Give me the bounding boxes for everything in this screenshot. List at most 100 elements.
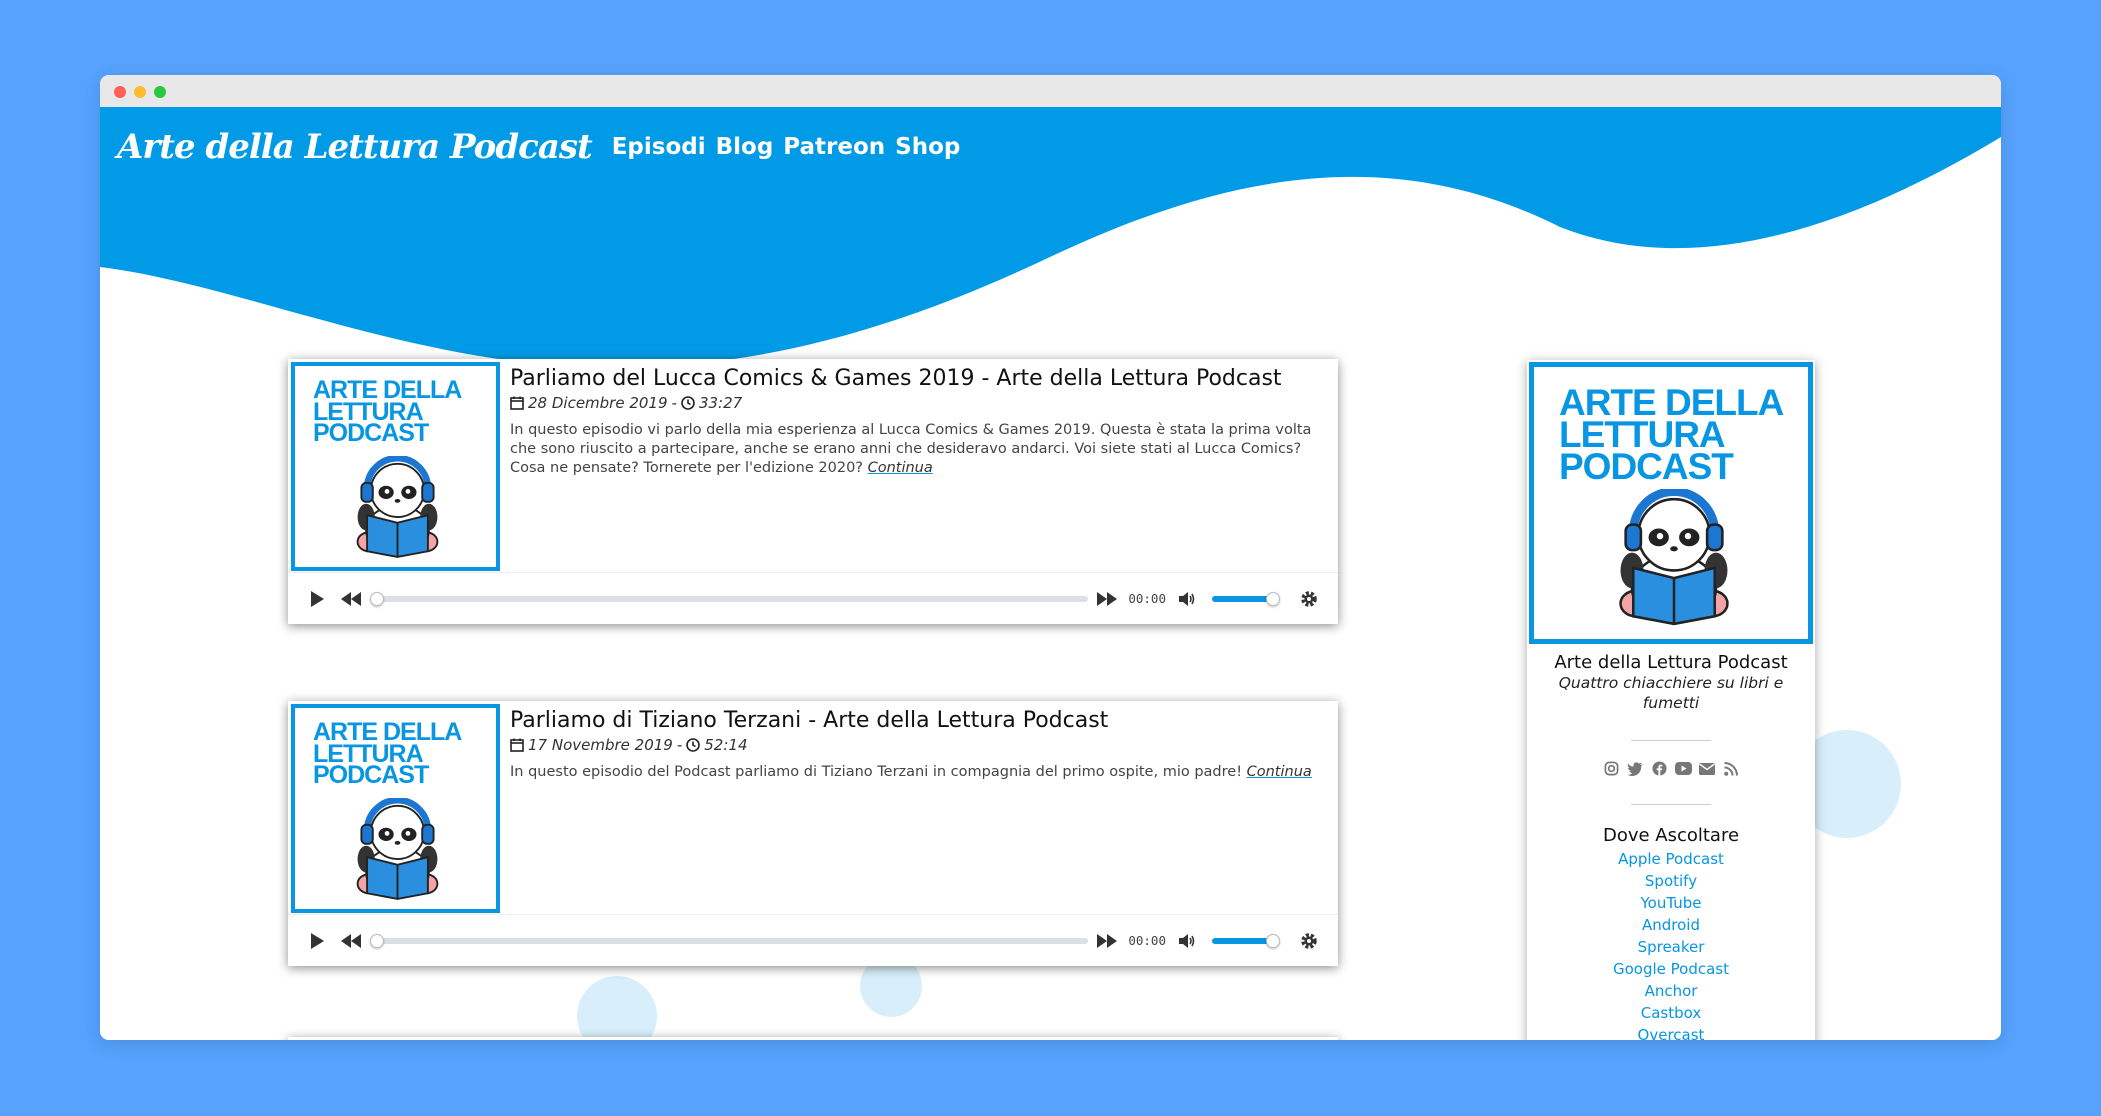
- episode-description: In questo episodio del Podcast parliamo …: [510, 764, 1312, 780]
- panda-mascot-icon: [1619, 489, 1729, 626]
- episode-body: Parliamo del Lucca Comics & Games 2019 -…: [510, 365, 1324, 478]
- fast-forward-button[interactable]: [1096, 588, 1118, 610]
- nav-links: Episodi Blog Patreon Shop: [612, 134, 961, 160]
- clock-icon: [686, 738, 701, 752]
- episode-date: 28 Dicembre 2019: [528, 394, 668, 412]
- decor-bubble: [577, 976, 657, 1040]
- continue-link[interactable]: Continua: [868, 460, 933, 476]
- meta-separator: -: [671, 394, 677, 412]
- listen-link-android[interactable]: Android: [1527, 914, 1815, 936]
- volume-icon: [1179, 933, 1195, 948]
- episode-meta: 17 Novembre 2019 - 52:14: [510, 736, 1324, 754]
- rewind-button[interactable]: [340, 930, 362, 952]
- nav-item-episodi[interactable]: Episodi: [612, 134, 706, 160]
- listen-link-apple-podcast[interactable]: Apple Podcast: [1527, 848, 1815, 870]
- panda-mascot-icon: [356, 798, 439, 900]
- listen-link-spotify[interactable]: Spotify: [1527, 870, 1815, 892]
- episode-duration: 33:27: [698, 394, 743, 412]
- fast-forward-button[interactable]: [1096, 930, 1118, 952]
- player-time: 00:00: [1128, 933, 1166, 948]
- continue-link[interactable]: Continua: [1247, 764, 1312, 780]
- podcast-cover-image: ARTE DELLA LETTURA PODCAST: [1529, 362, 1813, 644]
- audio-player: 00:00: [288, 914, 1338, 966]
- settings-button[interactable]: [1298, 588, 1320, 610]
- panda-mascot-icon: [356, 456, 439, 558]
- episode-meta: 28 Dicembre 2019 - 33:27: [510, 394, 1324, 412]
- cover-logo-text: ARTE DELLA LETTURA PODCAST: [313, 376, 462, 447]
- episode-cover-image[interactable]: ARTE DELLA LETTURA PODCAST: [291, 362, 500, 571]
- cover-logo-text: ARTE DELLA LETTURA PODCAST: [1559, 382, 1784, 487]
- episode-duration: 52:14: [704, 736, 748, 754]
- rss-icon[interactable]: [1723, 760, 1740, 777]
- progress-slider[interactable]: [370, 933, 1089, 948]
- cover-logo-text: ARTE DELLA LETTURA PODCAST: [313, 718, 462, 789]
- progress-knob[interactable]: [370, 933, 384, 948]
- settings-button[interactable]: [1298, 930, 1320, 952]
- gear-icon: [1301, 590, 1317, 607]
- top-nav: Arte della Lettura Podcast Episodi Blog …: [117, 127, 960, 167]
- nav-item-blog[interactable]: Blog: [716, 134, 774, 160]
- close-window-button[interactable]: [114, 86, 126, 98]
- episode-body: Parliamo di Tiziano Terzani - Arte della…: [510, 707, 1324, 782]
- podcast-name: Arte della Lettura Podcast: [1554, 652, 1788, 673]
- volume-icon: [1179, 591, 1195, 606]
- fast-forward-icon: [1097, 933, 1118, 948]
- rewind-button[interactable]: [340, 588, 362, 610]
- page: Arte della Lettura Podcast Episodi Blog …: [100, 107, 2001, 1040]
- sidebar: ARTE DELLA LETTURA PODCAST Arte della Le…: [1527, 360, 1815, 1040]
- rewind-icon: [341, 933, 361, 948]
- listen-section-title: Dove Ascoltare: [1602, 825, 1740, 846]
- podcast-tagline: Quattro chiacchiere su libri e fumetti: [1558, 674, 1784, 712]
- episode-title[interactable]: Parliamo del Lucca Comics & Games 2019 -…: [510, 365, 1324, 393]
- episode-card: [288, 1037, 1338, 1040]
- nav-item-shop[interactable]: Shop: [895, 134, 960, 160]
- play-icon: [311, 590, 324, 607]
- listen-link-spreaker[interactable]: Spreaker: [1527, 936, 1815, 958]
- listen-links: Apple Podcast Spotify YouTube Android Sp…: [1527, 848, 1815, 1040]
- listen-link-anchor[interactable]: Anchor: [1527, 980, 1815, 1002]
- play-icon: [311, 932, 324, 949]
- site-title-link[interactable]: Arte della Lettura Podcast: [117, 127, 593, 167]
- nav-item-patreon[interactable]: Patreon: [783, 134, 885, 160]
- twitter-icon[interactable]: [1627, 760, 1644, 777]
- play-button[interactable]: [306, 588, 328, 610]
- youtube-icon[interactable]: [1674, 760, 1692, 777]
- player-time: 00:00: [1128, 591, 1166, 606]
- play-button[interactable]: [306, 930, 328, 952]
- calendar-icon: [510, 738, 524, 752]
- episode-card: ARTE DELLA LETTURA PODCAST: [288, 701, 1338, 966]
- browser-titlebar: [100, 75, 2001, 107]
- social-links: [1527, 760, 1815, 777]
- listen-link-youtube[interactable]: YouTube: [1527, 892, 1815, 914]
- progress-knob[interactable]: [370, 591, 384, 606]
- email-icon[interactable]: [1699, 760, 1716, 777]
- episode-cover-image[interactable]: ARTE DELLA LETTURA PODCAST: [291, 704, 500, 913]
- clock-icon: [681, 396, 695, 410]
- divider: [1631, 740, 1711, 741]
- gear-icon: [1301, 932, 1317, 949]
- listen-link-castbox[interactable]: Castbox: [1527, 1002, 1815, 1024]
- volume-slider[interactable]: [1212, 933, 1280, 948]
- maximize-window-button[interactable]: [154, 86, 166, 98]
- browser-window: Arte della Lettura Podcast Episodi Blog …: [100, 75, 2001, 1040]
- facebook-icon[interactable]: [1651, 760, 1668, 777]
- audio-player: 00:00: [288, 572, 1338, 624]
- episode-date: 17 Novembre 2019: [528, 736, 673, 754]
- instagram-icon[interactable]: [1603, 760, 1620, 777]
- episode-title[interactable]: Parliamo di Tiziano Terzani - Arte della…: [510, 707, 1324, 735]
- mute-button[interactable]: [1176, 588, 1198, 610]
- volume-knob[interactable]: [1266, 933, 1280, 948]
- listen-link-overcast[interactable]: Overcast: [1527, 1024, 1815, 1040]
- episode-description: In questo episodio vi parlo della mia es…: [510, 422, 1312, 476]
- rewind-icon: [341, 591, 361, 606]
- fast-forward-icon: [1097, 591, 1118, 606]
- progress-slider[interactable]: [370, 591, 1089, 606]
- episode-card: ARTE DELLA LETTURA PODCAST: [288, 359, 1338, 624]
- listen-link-google-podcast[interactable]: Google Podcast: [1527, 958, 1815, 980]
- volume-knob[interactable]: [1266, 591, 1280, 606]
- minimize-window-button[interactable]: [134, 86, 146, 98]
- mute-button[interactable]: [1176, 930, 1198, 952]
- volume-slider[interactable]: [1212, 591, 1280, 606]
- divider: [1631, 804, 1711, 805]
- meta-separator: -: [676, 736, 683, 754]
